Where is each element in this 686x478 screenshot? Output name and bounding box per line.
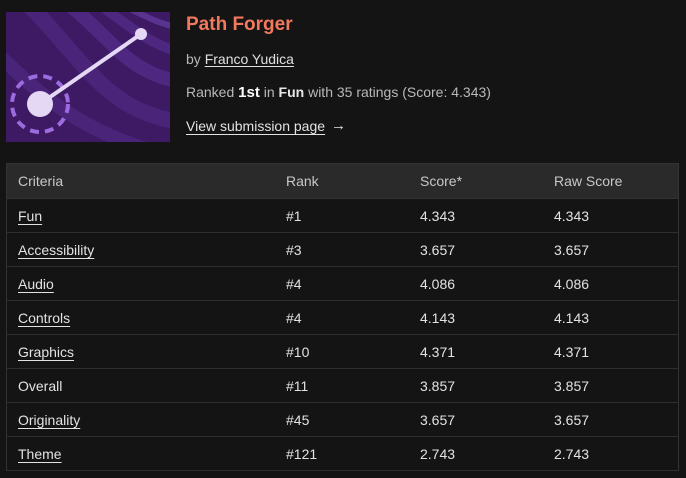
ranking-summary: Ranked 1st in Fun with 35 ratings (Score… bbox=[186, 83, 491, 102]
score-cell: 3.857 bbox=[409, 368, 543, 403]
rank-cell: #3 bbox=[275, 232, 409, 267]
score-cell: 3.657 bbox=[409, 402, 543, 437]
table-row: Accessibility #3 3.657 3.657 bbox=[6, 232, 679, 267]
raw-score-cell: 4.343 bbox=[543, 198, 679, 233]
table-header-row: Criteria Rank Score* Raw Score bbox=[6, 163, 679, 199]
table-row: Theme #121 2.743 2.743 bbox=[6, 436, 679, 471]
path-forger-thumbnail-icon bbox=[6, 12, 170, 142]
in-text: in bbox=[263, 84, 275, 100]
game-header: Path Forger by Franco Yudica Ranked 1st … bbox=[0, 0, 686, 150]
view-submission-label[interactable]: View submission page bbox=[186, 117, 325, 135]
score-cell: 4.343 bbox=[409, 198, 543, 233]
table-row: Audio #4 4.086 4.086 bbox=[6, 266, 679, 301]
raw-score-cell: 4.086 bbox=[543, 266, 679, 301]
header-rank: Rank bbox=[275, 163, 409, 199]
header-raw-score: Raw Score bbox=[543, 163, 679, 199]
criteria-label-overall: Overall bbox=[18, 377, 63, 394]
header-score: Score* bbox=[409, 163, 543, 199]
criteria-link-fun[interactable]: Fun bbox=[18, 208, 42, 224]
author-link[interactable]: Franco Yudica bbox=[205, 51, 294, 67]
score-cell: 4.086 bbox=[409, 266, 543, 301]
score-cell: 3.657 bbox=[409, 232, 543, 267]
criteria-link-audio[interactable]: Audio bbox=[18, 276, 54, 292]
raw-score-cell: 2.743 bbox=[543, 436, 679, 471]
raw-score-cell: 3.657 bbox=[543, 402, 679, 437]
criteria-link-theme[interactable]: Theme bbox=[18, 446, 62, 462]
ratings-text: with 35 ratings (Score: 4.343) bbox=[308, 84, 491, 100]
table-row: Overall #11 3.857 3.857 bbox=[6, 368, 679, 403]
score-cell: 4.143 bbox=[409, 300, 543, 335]
header-criteria: Criteria bbox=[6, 163, 275, 199]
ratings-table-body: Fun #1 4.343 4.343 Accessibility #3 3.65… bbox=[6, 198, 679, 471]
raw-score-cell: 4.371 bbox=[543, 334, 679, 369]
game-thumbnail[interactable] bbox=[6, 12, 170, 142]
ratings-table: Criteria Rank Score* Raw Score Fun #1 4.… bbox=[6, 163, 679, 471]
table-row: Fun #1 4.343 4.343 bbox=[6, 198, 679, 233]
by-prefix: by bbox=[186, 51, 201, 67]
rank-value: 1st bbox=[238, 84, 260, 101]
game-title[interactable]: Path Forger bbox=[186, 12, 293, 38]
rank-cell: #10 bbox=[275, 334, 409, 369]
ranked-prefix: Ranked bbox=[186, 84, 235, 100]
raw-score-cell: 3.857 bbox=[543, 368, 679, 403]
rank-cell: #4 bbox=[275, 300, 409, 335]
score-cell: 2.743 bbox=[409, 436, 543, 471]
raw-score-cell: 4.143 bbox=[543, 300, 679, 335]
game-info: Path Forger by Franco Yudica Ranked 1st … bbox=[186, 12, 491, 134]
rank-cell: #45 bbox=[275, 402, 409, 437]
rank-cell: #1 bbox=[275, 198, 409, 233]
score-cell: 4.371 bbox=[409, 334, 543, 369]
criteria-link-accessibility[interactable]: Accessibility bbox=[18, 242, 94, 258]
rank-cell: #11 bbox=[275, 368, 409, 403]
rank-cell: #121 bbox=[275, 436, 409, 471]
byline: by Franco Yudica bbox=[186, 50, 294, 68]
criteria-link-controls[interactable]: Controls bbox=[18, 310, 70, 326]
view-submission-link[interactable]: View submission page → bbox=[186, 117, 346, 135]
rank-category: Fun bbox=[278, 84, 305, 100]
criteria-link-graphics[interactable]: Graphics bbox=[18, 344, 74, 360]
table-row: Graphics #10 4.371 4.371 bbox=[6, 334, 679, 369]
arrow-right-icon: → bbox=[331, 117, 347, 134]
table-row: Controls #4 4.143 4.143 bbox=[6, 300, 679, 335]
table-row: Originality #45 3.657 3.657 bbox=[6, 402, 679, 437]
rank-cell: #4 bbox=[275, 266, 409, 301]
criteria-link-originality[interactable]: Originality bbox=[18, 412, 80, 428]
raw-score-cell: 3.657 bbox=[543, 232, 679, 267]
